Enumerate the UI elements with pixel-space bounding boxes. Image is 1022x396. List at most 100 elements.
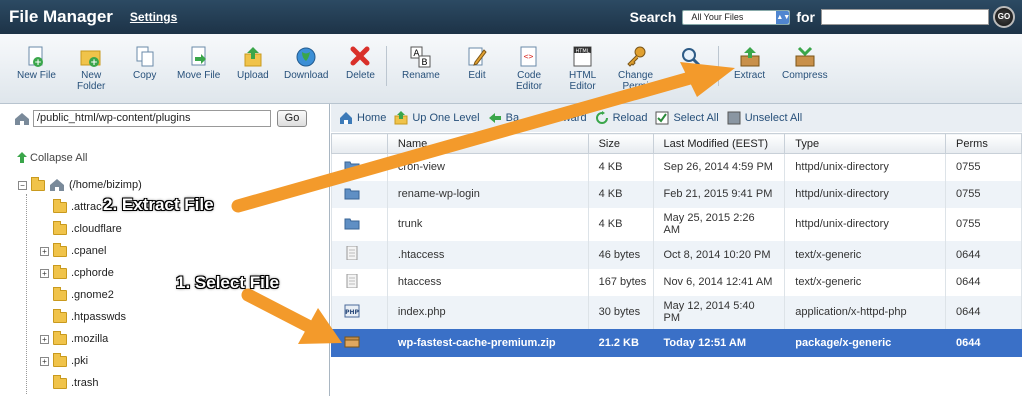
tree-item-gnome2[interactable]: .gnome2 — [40, 286, 114, 304]
tree-item-trash[interactable]: .trash — [40, 374, 99, 392]
file-name: wp-fastest-cache-premium.zip — [386, 328, 589, 357]
tree-item-label: .pki — [71, 355, 89, 367]
new-folder-button[interactable]: + New Folder — [77, 46, 105, 92]
table-row[interactable]: htaccess 167 bytes Nov 6, 2014 12:41 AM … — [331, 268, 1022, 296]
for-label: for — [796, 9, 815, 25]
settings-link[interactable]: Settings — [130, 10, 177, 24]
search-input[interactable] — [821, 9, 989, 25]
select-all-button[interactable]: Select All — [655, 111, 719, 125]
key-icon — [625, 46, 647, 68]
collapse-toggle-icon[interactable]: − — [18, 180, 27, 190]
file-type: httpd/unix-directory — [784, 153, 947, 181]
move-file-button[interactable]: Move File — [177, 46, 220, 81]
column-header-name[interactable]: Name — [386, 133, 589, 154]
table-row[interactable]: PHP index.php 30 bytes May 12, 2014 5:40… — [331, 295, 1022, 329]
copy-label: Copy — [133, 70, 157, 81]
file-perms[interactable]: 0644 — [945, 268, 1022, 296]
html-editor-button[interactable]: HTML HTML Editor — [569, 46, 596, 92]
up-one-level-button[interactable]: Up One Level — [394, 111, 480, 125]
tree-item-pki[interactable]: + .pki — [40, 352, 88, 370]
column-header-modified[interactable]: Last Modified (EEST) — [652, 133, 786, 154]
search-go-button[interactable]: GO — [993, 6, 1015, 28]
reload-icon — [595, 111, 608, 124]
row-icon-cell — [331, 328, 388, 357]
tree-item-cpanel[interactable]: + .cpanel — [40, 242, 106, 260]
table-row-selected[interactable]: wp-fastest-cache-premium.zip 21.2 KB Tod… — [331, 328, 1022, 357]
back-button[interactable]: Ba — [488, 111, 519, 125]
extract-button[interactable]: Extract — [734, 46, 765, 81]
collapse-icon — [17, 152, 27, 163]
tree-item-cloudflare[interactable]: .cloudflare — [40, 220, 122, 238]
new-file-button[interactable]: + New File — [17, 46, 56, 81]
new-folder-icon: + — [80, 46, 102, 68]
tree-item-mozilla[interactable]: + .mozilla — [40, 330, 108, 348]
unselect-all-button[interactable]: Unselect All — [727, 111, 802, 125]
file-perms[interactable]: 0755 — [945, 153, 1022, 181]
column-header-perms[interactable]: Perms — [945, 133, 1022, 154]
file-perms[interactable]: 0755 — [945, 180, 1022, 208]
download-button[interactable]: Download — [284, 46, 328, 81]
reload-button[interactable]: Reload — [595, 111, 647, 125]
rename-icon: AB — [410, 46, 432, 68]
expand-toggle-icon[interactable]: + — [40, 334, 49, 344]
upload-button[interactable]: Upload — [237, 46, 269, 81]
file-perms[interactable]: 0644 — [945, 328, 1022, 357]
row-icon-cell — [331, 207, 388, 241]
html-editor-label: HTML Editor — [569, 70, 597, 92]
file-name: index.php — [386, 295, 589, 329]
file-perms[interactable]: 0644 — [945, 240, 1022, 269]
tree-item-cphorde[interactable]: + .cphorde — [40, 264, 114, 282]
file-size: 21.2 KB — [587, 328, 654, 357]
tree-item-attrac[interactable]: .attrac — [40, 198, 102, 216]
rename-button[interactable]: AB Rename — [402, 46, 440, 81]
table-row[interactable]: .htaccess 46 bytes Oct 8, 2014 10:20 PM … — [331, 240, 1022, 269]
view-button[interactable] — [680, 46, 702, 70]
copy-button[interactable]: Copy — [133, 46, 156, 81]
file-type: package/x-generic — [784, 328, 947, 357]
expand-toggle-icon[interactable]: + — [40, 268, 49, 278]
delete-button[interactable]: Delete — [346, 46, 375, 81]
edit-label: Edit — [468, 70, 486, 81]
file-perms[interactable]: 0644 — [945, 295, 1022, 329]
table-row[interactable]: trunk 4 KB May 25, 2015 2:26 AM httpd/un… — [331, 207, 1022, 241]
folder-icon — [53, 308, 67, 323]
table-row[interactable]: rename-wp-login 4 KB Feb 21, 2015 9:41 P… — [331, 180, 1022, 208]
path-bar: /public_html/wp-content/plugins Go — [14, 110, 307, 127]
column-header-size[interactable]: Size — [587, 133, 654, 154]
change-permissions-button[interactable]: Change Permi — [618, 46, 653, 92]
tree-root-home[interactable]: − (/home/bizimp) — [18, 176, 142, 194]
path-input[interactable]: /public_html/wp-content/plugins — [33, 110, 271, 127]
move-file-icon — [188, 46, 210, 68]
row-icon-cell — [331, 153, 388, 181]
file-name: .htaccess — [386, 240, 589, 269]
folder-icon — [53, 352, 67, 367]
file-modified: Oct 8, 2014 10:20 PM — [652, 240, 786, 269]
search-scope-select[interactable]: All Your Files ▲▼ — [682, 9, 791, 25]
tree-item-htpasswds[interactable]: .htpasswds — [40, 308, 126, 326]
rename-label: Rename — [402, 70, 440, 81]
folder-icon — [344, 188, 360, 199]
row-icon-cell — [331, 268, 388, 296]
home-button[interactable]: Home — [339, 111, 386, 125]
annotation-extract-file: 2. Extract File — [103, 195, 214, 214]
expand-toggle-icon[interactable]: + — [40, 246, 49, 256]
edit-button[interactable]: Edit — [466, 46, 488, 81]
collapse-all-label: Collapse All — [30, 152, 88, 164]
forward-button[interactable]: rward — [559, 112, 587, 124]
file-perms[interactable]: 0755 — [945, 207, 1022, 241]
new-folder-label: New Folder — [77, 70, 106, 92]
home-icon — [340, 112, 352, 124]
collapse-all-button[interactable]: Collapse All — [16, 152, 87, 164]
row-icon-cell: PHP — [331, 295, 388, 329]
code-editor-button[interactable]: <> Code Editor — [516, 46, 542, 92]
file-type: text/x-generic — [784, 240, 947, 269]
compress-button[interactable]: Compress — [782, 46, 828, 81]
table-row[interactable]: cron-view 4 KB Sep 26, 2014 4:59 PM http… — [331, 153, 1022, 181]
tree-item-label: .htpasswds — [71, 311, 127, 323]
folder-icon — [53, 198, 67, 213]
tree-root-label: (/home/bizimp) — [69, 179, 142, 191]
expand-toggle-icon[interactable]: + — [40, 356, 49, 366]
column-header-type[interactable]: Type — [784, 133, 947, 154]
tree-item-label: .attrac — [71, 201, 102, 213]
path-go-button[interactable]: Go — [277, 110, 307, 127]
